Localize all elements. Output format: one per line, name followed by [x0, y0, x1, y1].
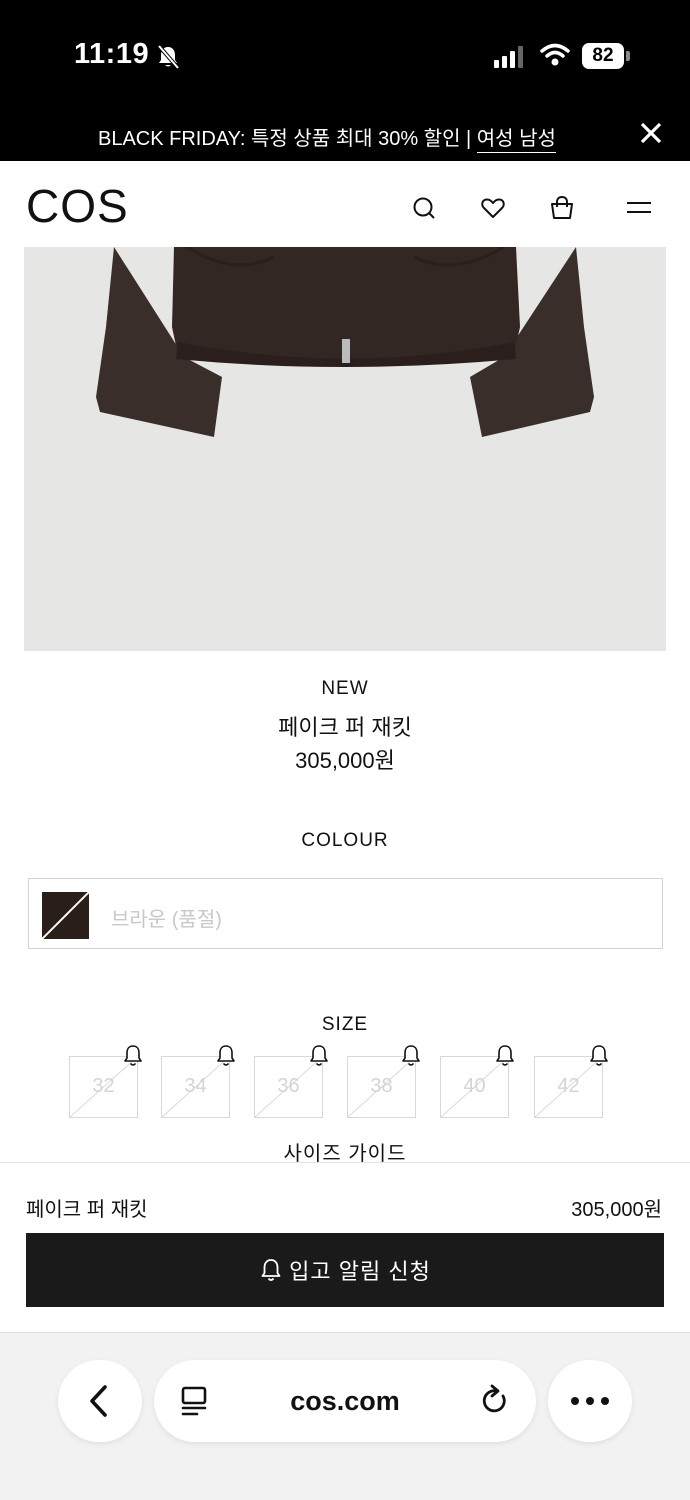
search-icon[interactable]: [411, 195, 437, 221]
notify-me-button[interactable]: 입고 알림 신청: [26, 1233, 664, 1307]
colour-label: 브라운 (품절): [111, 909, 222, 931]
size-label: 36: [277, 1075, 300, 1097]
colour-heading: COLOUR: [301, 830, 389, 851]
colour-swatch: [42, 892, 89, 939]
heart-icon[interactable]: [480, 195, 506, 221]
wifi-icon: [540, 43, 570, 66]
bell-icon[interactable]: [494, 1044, 516, 1068]
size-label: 38: [370, 1075, 393, 1097]
product-name: 페이크 퍼 재킷: [278, 715, 412, 740]
more-dots-icon: [571, 1397, 609, 1405]
logo[interactable]: COS: [26, 179, 129, 233]
chevron-left-icon: [90, 1385, 107, 1417]
notify-me-label: 입고 알림 신청: [289, 1259, 431, 1284]
colour-selector[interactable]: 브라운 (품절): [28, 878, 663, 949]
cellular-signal-icon: [494, 46, 523, 68]
reload-icon[interactable]: [480, 1384, 510, 1416]
promo-banner: BLACK FRIDAY: 특정 상품 최대 30% 할인 | 여성 남성: [0, 108, 690, 161]
more-button[interactable]: [548, 1360, 632, 1442]
product-photo: [24, 247, 666, 651]
product-image[interactable]: [24, 247, 666, 651]
status-bar: 11:19 82: [0, 0, 690, 108]
purchase-bar-product-name: 페이크 퍼 재킷: [26, 1199, 148, 1221]
bell-icon: [261, 1259, 281, 1281]
url-text: cos.com: [290, 1386, 400, 1416]
product-price: 305,000원: [295, 748, 395, 773]
bell-icon[interactable]: [308, 1044, 330, 1068]
size-heading: SIZE: [321, 1014, 369, 1035]
battery-indicator: 82: [582, 43, 630, 69]
purchase-bar-price: 305,000원: [571, 1199, 662, 1221]
address-bar[interactable]: cos.com: [154, 1360, 536, 1442]
site-header: COS: [0, 161, 690, 247]
bell-muted-icon: [157, 44, 180, 70]
battery-level: 82: [582, 43, 624, 69]
bell-icon[interactable]: [122, 1044, 144, 1068]
bell-icon[interactable]: [588, 1044, 610, 1068]
bell-icon[interactable]: [400, 1044, 422, 1068]
size-label: 32: [92, 1075, 115, 1097]
bell-icon[interactable]: [215, 1044, 237, 1068]
back-button[interactable]: [58, 1360, 142, 1442]
size-label: 42: [557, 1075, 580, 1097]
size-label: 34: [184, 1075, 207, 1097]
promo-text: BLACK FRIDAY: 특정 상품 최대 30% 할인 |: [98, 128, 477, 150]
status-time: 11:19: [74, 38, 150, 70]
menu-icon[interactable]: [626, 195, 652, 221]
browser-toolbar: cos.com: [0, 1332, 690, 1500]
promo-link[interactable]: 여성 남성: [476, 128, 556, 153]
size-label: 40: [463, 1075, 486, 1097]
purchase-bar: 페이크 퍼 재킷 305,000원 입고 알림 신청: [0, 1162, 690, 1332]
close-icon[interactable]: [638, 120, 664, 146]
new-badge: NEW: [321, 678, 369, 699]
shopping-bag-icon[interactable]: [549, 195, 575, 221]
